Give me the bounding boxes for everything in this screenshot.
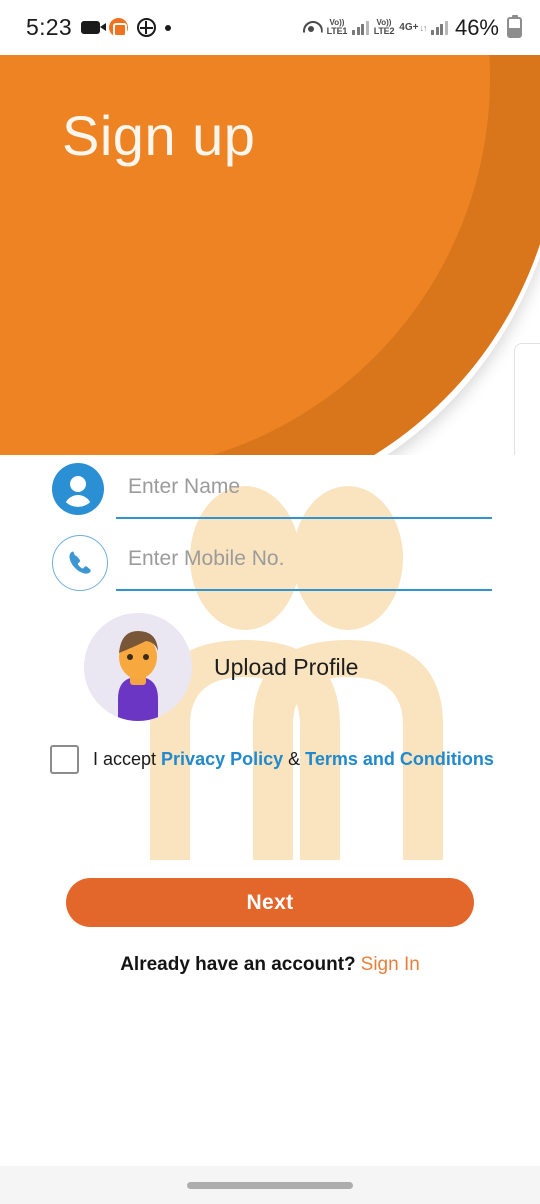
terms-separator: & — [283, 749, 306, 769]
signin-link[interactable]: Sign In — [361, 954, 420, 975]
phone-circle-icon — [52, 535, 108, 591]
sim1-signal-icon — [352, 20, 369, 35]
small-dot-icon — [164, 24, 171, 31]
sim2-signal-icon — [431, 20, 448, 35]
network-type-label: 4G+ — [399, 22, 419, 33]
video-camera-icon — [80, 21, 106, 34]
accept-terms-checkbox[interactable] — [50, 745, 79, 774]
signin-prompt: Already have an account? — [120, 954, 356, 975]
wifi-calling-icon — [302, 19, 322, 37]
name-field-row — [0, 455, 540, 527]
terms-row: I accept Privacy Policy & Terms and Cond… — [0, 745, 540, 774]
mobile-input[interactable] — [116, 547, 492, 577]
sim2-lte-label: LTE2 — [373, 26, 395, 36]
signin-row: Already have an account? Sign In — [0, 954, 540, 976]
offscreen-card-edge — [514, 343, 540, 455]
status-bar-clock: 5:23 — [26, 14, 72, 40]
upload-profile-label: Upload Profile — [214, 653, 359, 680]
data-transfer-arrows-icon: ↓↑ — [419, 22, 427, 33]
sim2-volte-icon: Vo)) LTE2 — [374, 19, 395, 36]
next-button[interactable]: Next — [66, 878, 474, 927]
sim1-volte-icon: Vo)) LTE1 — [327, 19, 348, 36]
orange-app-icon — [108, 18, 128, 37]
name-input-underline — [116, 463, 492, 519]
avatar[interactable] — [84, 613, 192, 721]
status-bar-right: Vo)) LTE1 Vo)) LTE2 4G+ ↓↑ 46% — [302, 15, 522, 41]
clover-icon — [136, 18, 156, 37]
privacy-policy-link[interactable]: Privacy Policy — [161, 749, 283, 769]
status-bar-left: 5:23 — [26, 14, 171, 41]
status-bar: 5:23 Vo)) LTE1 Vo)) LTE2 4G+ ↓↑ 46% — [0, 0, 540, 55]
signup-form: Upload Profile I accept Privacy Policy &… — [0, 455, 540, 774]
signup-screen: 5:23 Vo)) LTE1 Vo)) LTE2 4G+ ↓↑ 46% Sign… — [0, 0, 540, 1204]
person-circle-icon — [52, 463, 108, 519]
battery-icon — [507, 15, 522, 38]
mobile-field-row — [0, 527, 540, 599]
page-title: Sign up — [62, 104, 256, 167]
system-nav-bar — [0, 1166, 540, 1204]
name-input[interactable] — [116, 475, 492, 505]
terms-conditions-link[interactable]: Terms and Conditions — [305, 749, 494, 769]
terms-text: I accept Privacy Policy & Terms and Cond… — [93, 749, 494, 770]
network-type-icon: 4G+ ↓↑ — [399, 22, 427, 33]
terms-prefix: I accept — [93, 749, 162, 769]
mobile-input-underline — [116, 535, 492, 591]
upload-profile-row[interactable]: Upload Profile — [0, 613, 540, 721]
battery-percent-label: 46% — [454, 14, 499, 40]
home-indicator[interactable] — [187, 1181, 353, 1189]
sim1-lte-label: LTE1 — [326, 26, 348, 36]
